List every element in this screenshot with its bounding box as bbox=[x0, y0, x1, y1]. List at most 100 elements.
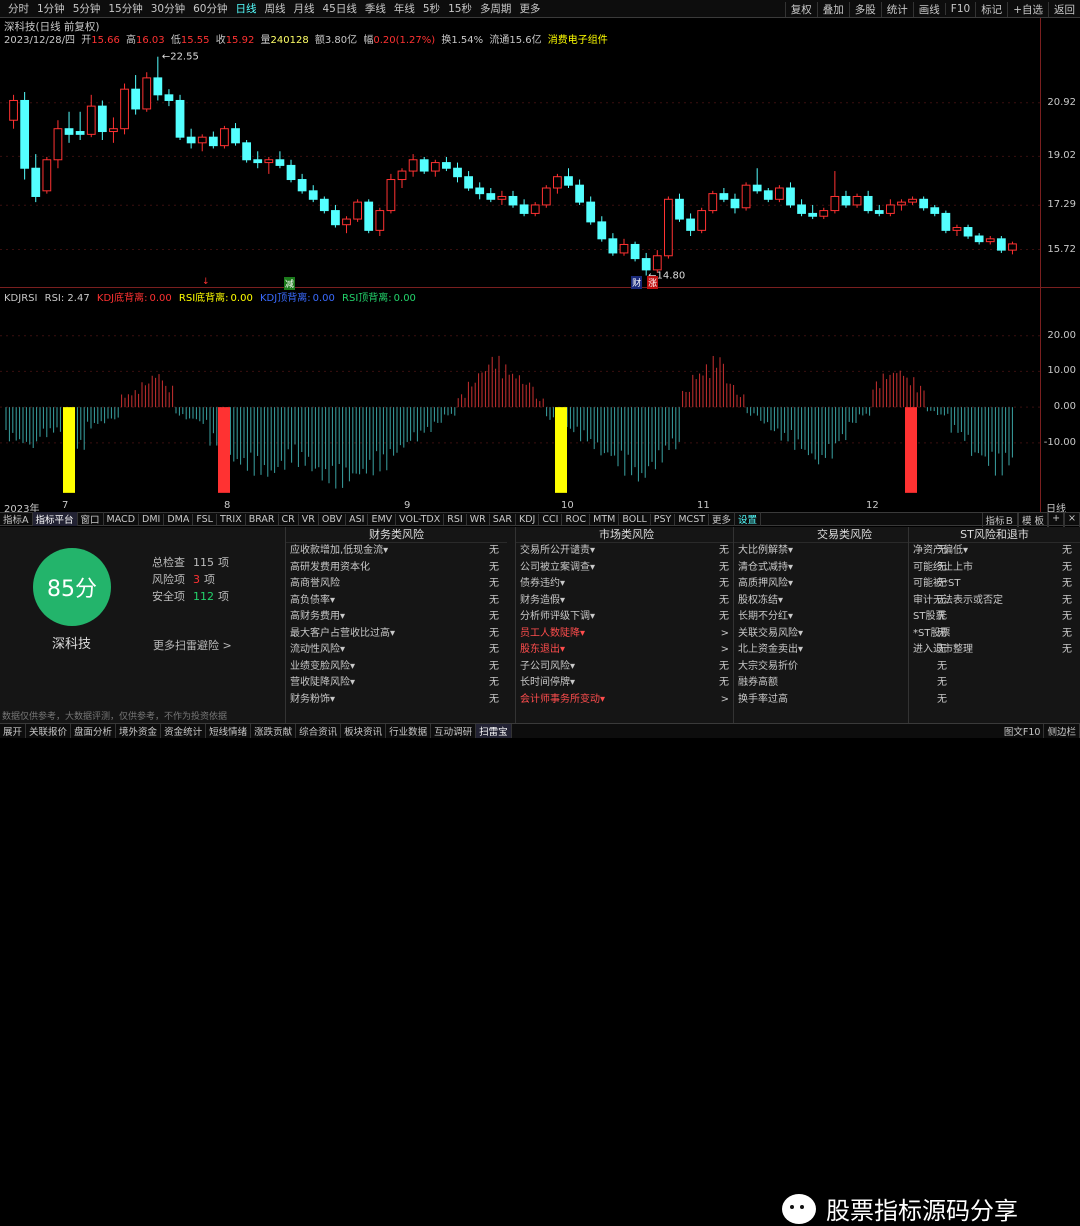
toolbar-btn-1[interactable]: 叠加 bbox=[816, 1, 849, 17]
risk-item[interactable]: 财务造假▾ 无 bbox=[516, 593, 737, 610]
period-tab-6[interactable]: 日线 bbox=[232, 1, 261, 16]
risk-item[interactable]: 流动性风险▾ 无 bbox=[286, 642, 507, 659]
indicator-tab-10[interactable]: VR bbox=[299, 513, 319, 525]
period-tab-15[interactable]: 更多 bbox=[515, 1, 544, 16]
indicator-tab-7[interactable]: TRIX bbox=[217, 513, 246, 525]
risk-item[interactable]: 业绩变脸风险▾ 无 bbox=[286, 659, 507, 676]
period-tab-12[interactable]: 5秒 bbox=[419, 1, 444, 16]
bottom-tab-9[interactable]: 行业数据 bbox=[386, 724, 432, 738]
period-tab-9[interactable]: 45日线 bbox=[319, 1, 361, 16]
indicator-tab-14[interactable]: VOL-TDX bbox=[396, 513, 445, 525]
tab-right-0[interactable]: 指标Ｂ bbox=[981, 513, 1019, 527]
indicator-tab-12[interactable]: ASI bbox=[346, 513, 369, 525]
indicator-tab-24[interactable]: MCST bbox=[675, 513, 710, 525]
bottom-tab-4[interactable]: 资金统计 bbox=[161, 724, 207, 738]
risk-item[interactable]: 高研发费用资本化 无 bbox=[286, 560, 507, 577]
bottom-tab-7[interactable]: 综合资讯 bbox=[296, 724, 342, 738]
period-tab-4[interactable]: 30分钟 bbox=[147, 1, 189, 16]
bottom-right-0[interactable]: 图文F10 bbox=[1001, 724, 1045, 738]
toolbar-btn-6[interactable]: 标记 bbox=[975, 1, 1007, 17]
indicator-tab-3[interactable]: MACD bbox=[104, 513, 140, 525]
risk-item[interactable]: 财务粉饰▾ 无 bbox=[286, 692, 507, 709]
bottom-right-1[interactable]: 侧边栏 bbox=[1044, 724, 1080, 738]
indicator-tab-13[interactable]: EMV bbox=[368, 513, 397, 525]
indicator-tab-8[interactable]: BRAR bbox=[246, 513, 279, 525]
risk-item[interactable]: 高负债率▾ 无 bbox=[286, 593, 507, 610]
toolbar-btn-8[interactable]: 返回 bbox=[1048, 1, 1080, 17]
indicator-tab-1[interactable]: 指标平台 bbox=[32, 512, 78, 526]
indicator-tab-22[interactable]: BOLL bbox=[619, 513, 651, 525]
toolbar-btn-0[interactable]: 复权 bbox=[784, 1, 817, 17]
risk-item[interactable]: 员工人数陡降▾ > bbox=[516, 626, 737, 643]
bottom-tab-6[interactable]: 涨跌贡献 bbox=[251, 724, 297, 738]
indicator-tab-5[interactable]: DMA bbox=[164, 513, 194, 525]
risk-item[interactable]: 交易所公开谴责▾ 无 bbox=[516, 543, 737, 560]
bottom-tab-2[interactable]: 盘面分析 bbox=[71, 724, 117, 738]
indicator-tab-26[interactable]: 设置 bbox=[735, 512, 762, 526]
risk-item[interactable]: 可能终止上市 无 bbox=[909, 560, 1080, 577]
period-tab-13[interactable]: 15秒 bbox=[444, 1, 476, 16]
period-tab-1[interactable]: 1分钟 bbox=[33, 1, 69, 16]
indicator-tab-20[interactable]: ROC bbox=[562, 513, 591, 525]
period-tab-5[interactable]: 60分钟 bbox=[189, 1, 231, 16]
indicator-tab-11[interactable]: OBV bbox=[319, 513, 347, 525]
indicator-tab-15[interactable]: RSI bbox=[444, 513, 467, 525]
indicator-tab-4[interactable]: DMI bbox=[139, 513, 165, 525]
risk-item[interactable]: 进入退市整理 无 bbox=[909, 642, 1080, 659]
risk-item[interactable]: 营收陡降风险▾ 无 bbox=[286, 675, 507, 692]
toolbar-btn-5[interactable]: F10 bbox=[944, 3, 975, 15]
risk-item[interactable]: 债券违约▾ 无 bbox=[516, 576, 737, 593]
period-tab-2[interactable]: 5分钟 bbox=[69, 1, 105, 16]
tab-right-1[interactable]: 模 板 bbox=[1018, 513, 1049, 527]
more-scan-link[interactable]: 更多扫雷避险 > bbox=[153, 637, 232, 653]
bottom-tab-5[interactable]: 短线情绪 bbox=[206, 724, 252, 738]
risk-item[interactable]: 应收款增加,低现金流▾ 无 bbox=[286, 543, 507, 560]
indicator-tab-2[interactable]: 窗口 bbox=[78, 512, 104, 526]
toolbar-btn-3[interactable]: 统计 bbox=[880, 1, 913, 17]
indicator-tab-6[interactable]: FSL bbox=[193, 513, 217, 525]
risk-item[interactable]: 最大客户占营收比过高▾ 无 bbox=[286, 626, 507, 643]
bottom-tab-8[interactable]: 板块资讯 bbox=[341, 724, 387, 738]
risk-item[interactable]: 长时间停牌▾ 无 bbox=[516, 675, 737, 692]
indicator-tab-0[interactable]: 指标A bbox=[0, 512, 33, 526]
risk-item[interactable]: 审计无法表示或否定 无 bbox=[909, 593, 1080, 610]
toolbar-btn-2[interactable]: 多股 bbox=[848, 1, 881, 17]
risk-item[interactable]: 高商誉风险 无 bbox=[286, 576, 507, 593]
bottom-tab-10[interactable]: 互动调研 bbox=[431, 724, 477, 738]
risk-item[interactable]: 净资产偏低▾ 无 bbox=[909, 543, 1080, 560]
bottom-tab-3[interactable]: 境外资金 bbox=[116, 724, 162, 738]
risk-item[interactable]: ST股票 无 bbox=[909, 609, 1080, 626]
bottom-tab-11[interactable]: 扫雷宝 bbox=[476, 724, 512, 738]
risk-item[interactable]: *ST股票 无 bbox=[909, 626, 1080, 643]
risk-item[interactable]: 可能被*ST 无 bbox=[909, 576, 1080, 593]
period-tab-7[interactable]: 周线 bbox=[261, 1, 290, 16]
tab-right-2[interactable]: + bbox=[1048, 513, 1065, 527]
indicator-tab-9[interactable]: CR bbox=[279, 513, 299, 525]
toolbar-btn-4[interactable]: 画线 bbox=[912, 1, 945, 17]
period-tab-8[interactable]: 月线 bbox=[290, 1, 319, 16]
candlestick-chart[interactable]: ←22.55←14.80 bbox=[0, 44, 1040, 284]
risk-item[interactable]: 分析师评级下调▾ 无 bbox=[516, 609, 737, 626]
tab-right-3[interactable]: × bbox=[1064, 513, 1080, 527]
kdjrsi-indicator-chart[interactable] bbox=[0, 300, 1040, 500]
indicator-tab-16[interactable]: WR bbox=[467, 513, 490, 525]
bottom-tab-1[interactable]: 关联报价 bbox=[26, 724, 72, 738]
risk-item[interactable]: 子公司风险▾ 无 bbox=[516, 659, 737, 676]
indicator-tab-19[interactable]: CCI bbox=[539, 513, 563, 525]
indicator-tab-17[interactable]: SAR bbox=[490, 513, 517, 525]
risk-item[interactable]: 股东退出▾ > bbox=[516, 642, 737, 659]
toolbar-btn-7[interactable]: +自选 bbox=[1007, 1, 1048, 17]
period-tab-14[interactable]: 多周期 bbox=[476, 1, 516, 16]
indicator-tab-23[interactable]: PSY bbox=[651, 513, 676, 525]
indicator-tab-25[interactable]: 更多 bbox=[709, 512, 736, 526]
risk-item[interactable]: 会计师事务所变动▾ > bbox=[516, 692, 737, 709]
indicator-tab-21[interactable]: MTM bbox=[590, 513, 620, 525]
period-tab-11[interactable]: 年线 bbox=[390, 1, 419, 16]
risk-item[interactable]: 高财务费用▾ 无 bbox=[286, 609, 507, 626]
indicator-tab-18[interactable]: KDJ bbox=[516, 513, 540, 525]
period-tab-0[interactable]: 分时 bbox=[4, 1, 33, 16]
period-tab-10[interactable]: 季线 bbox=[361, 1, 390, 16]
period-tab-3[interactable]: 15分钟 bbox=[104, 1, 146, 16]
risk-item[interactable]: 公司被立案调查▾ 无 bbox=[516, 560, 737, 577]
bottom-tab-0[interactable]: 展开 bbox=[0, 724, 27, 738]
